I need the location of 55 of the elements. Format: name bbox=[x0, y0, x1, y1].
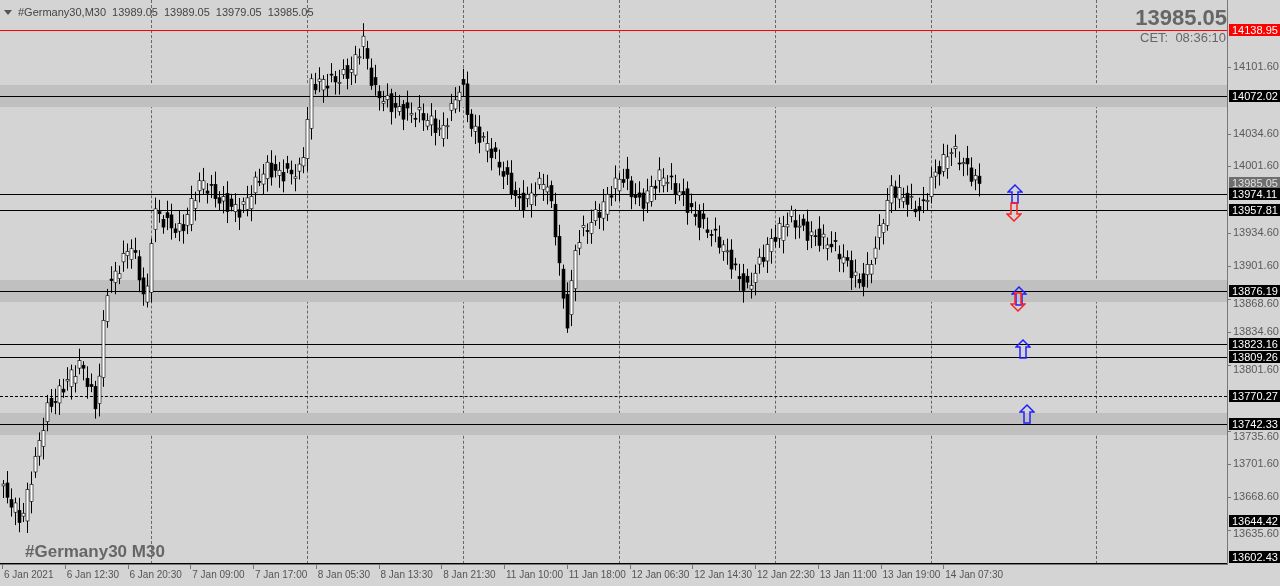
ohlc-value: 13989.05 bbox=[163, 5, 210, 20]
level-label: 14072.02 bbox=[1229, 90, 1280, 103]
ohlc-value: 13989.05 bbox=[112, 5, 158, 20]
time-axis-label: 8 Jan 13:30 bbox=[380, 568, 433, 582]
level-line[interactable] bbox=[0, 343, 1227, 345]
level-label: 13644.42 bbox=[1229, 515, 1280, 528]
time-axis-label: 11 Jan 18:00 bbox=[568, 568, 626, 582]
time-axis-label: 13 Jan 19:00 bbox=[882, 568, 941, 582]
price-axis-label: 13635.60 bbox=[1233, 527, 1279, 540]
price-axis-label: 14034.60 bbox=[1233, 126, 1279, 139]
level-line[interactable] bbox=[0, 357, 1227, 359]
time-axis-label: 8 Jan 21:30 bbox=[443, 568, 496, 582]
price-axis-label: 13868.60 bbox=[1233, 296, 1279, 309]
time-axis-label: 14 Jan 07:30 bbox=[945, 568, 1004, 582]
bid-label: 13985.05 bbox=[1229, 176, 1280, 189]
symbol-label: #Germany30 M30 bbox=[25, 542, 165, 562]
price-axis-label: 13834.60 bbox=[1233, 325, 1279, 338]
price-axis-label: 13901.60 bbox=[1233, 258, 1279, 271]
level-line[interactable] bbox=[0, 562, 1227, 564]
time-axis-label: 6 Jan 12:30 bbox=[66, 568, 119, 582]
time-axis-label: 6 Jan 20:30 bbox=[129, 568, 182, 582]
time-axis-label: 7 Jan 17:00 bbox=[255, 568, 308, 582]
level-line[interactable] bbox=[0, 96, 1227, 98]
server-time: CET: 08:36:10 bbox=[1140, 30, 1227, 46]
price-axis-label: 13701.60 bbox=[1233, 457, 1279, 470]
time-axis-label: 8 Jan 05:30 bbox=[317, 568, 370, 582]
bid-price: 13985.05 bbox=[1135, 6, 1227, 30]
price-axis-label: 13668.60 bbox=[1233, 490, 1279, 503]
time-axis-label: 11 Jan 10:00 bbox=[506, 568, 564, 582]
time-axis-label: 13 Jan 11:00 bbox=[819, 568, 877, 582]
price-axis-label: 13801.60 bbox=[1233, 363, 1279, 376]
price-axis-label: 13735.60 bbox=[1233, 429, 1279, 442]
time-axis-label: 12 Jan 06:30 bbox=[631, 568, 690, 582]
time-axis-label: 6 Jan 2021 bbox=[4, 568, 54, 582]
ohlc-value: 13979.05 bbox=[215, 5, 262, 20]
level-label: 13957.81 bbox=[1229, 203, 1280, 216]
time-axis-label: 12 Jan 22:30 bbox=[757, 568, 815, 582]
price-axis-label: 13934.60 bbox=[1233, 225, 1279, 238]
ohlc-value: 13985.05 bbox=[267, 5, 314, 20]
price-axis-label: 14101.60 bbox=[1233, 60, 1279, 72]
dropdown-icon[interactable] bbox=[4, 9, 12, 15]
level-label: 13876.19 bbox=[1229, 284, 1280, 297]
time-axis-label: 7 Jan 09:00 bbox=[192, 568, 245, 582]
chart-title: #Germany30,M30 bbox=[18, 5, 107, 20]
level-label: 13742.33 bbox=[1229, 417, 1280, 430]
level-line[interactable] bbox=[0, 396, 1227, 398]
level-label: 13770.27 bbox=[1229, 390, 1280, 403]
level-label: 14138.95 bbox=[1229, 23, 1280, 36]
time-axis-label: 12 Jan 14:30 bbox=[694, 568, 753, 582]
level-label: 13602.43 bbox=[1229, 551, 1280, 563]
level-line[interactable] bbox=[0, 290, 1227, 292]
price-axis-label: 14001.60 bbox=[1233, 159, 1279, 172]
level-label: 13823.16 bbox=[1229, 337, 1280, 350]
level-label: 13809.26 bbox=[1229, 351, 1280, 364]
level-line[interactable] bbox=[0, 423, 1227, 425]
